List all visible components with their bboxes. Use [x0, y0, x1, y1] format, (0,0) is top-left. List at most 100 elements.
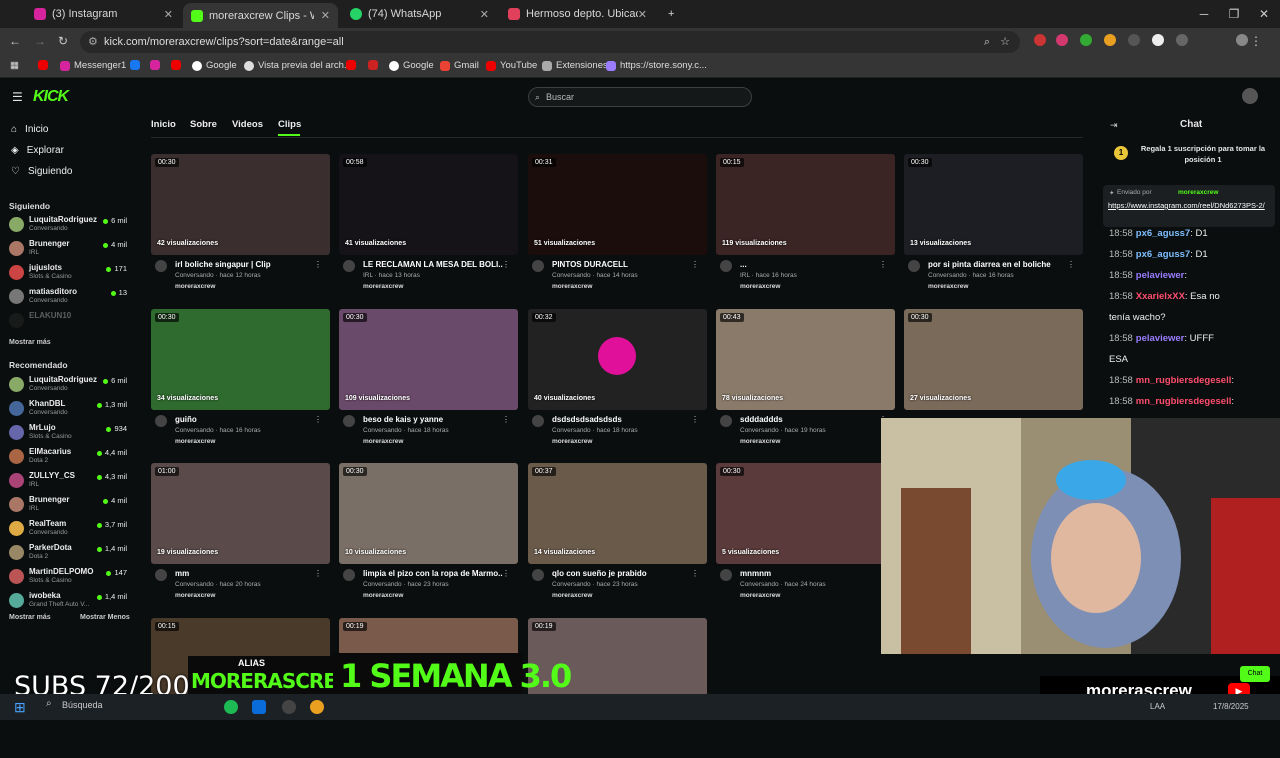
show-more-link[interactable]: Mostrar más — [9, 614, 51, 621]
sidebar-channel[interactable]: Brunenger IRL 4 mil — [9, 494, 131, 516]
clip-title[interactable]: dsdsdsdsadsdsds — [552, 415, 692, 424]
clip-title[interactable]: por si pinta diarrea en el boliche — [928, 260, 1068, 269]
more-options-icon[interactable]: ⋮ — [502, 260, 510, 269]
clip-owner[interactable]: moreraxcrew — [740, 283, 780, 290]
clip-owner[interactable]: moreraxcrew — [552, 592, 592, 599]
app-icon[interactable] — [252, 700, 266, 714]
extension-icon[interactable] — [1152, 34, 1164, 46]
nav-explorar[interactable]: ◈ Explorar — [11, 145, 64, 156]
clip-card[interactable]: 00:30 5 visualizaciones mnmnm ⋮ Conversa… — [716, 463, 895, 603]
bookmark[interactable] — [38, 60, 48, 70]
sidebar-channel[interactable]: ElMacarius Dota 2 4,4 mil — [9, 446, 131, 468]
sidebar-channel[interactable]: ParkerDota Dota 2 1,4 mil — [9, 542, 131, 564]
close-window-button[interactable]: ✕ — [1248, 0, 1280, 28]
clip-card[interactable]: 00:32 40 visualizaciones dsdsdsdsadsdsds… — [528, 309, 707, 449]
bookmark[interactable] — [171, 60, 181, 70]
more-options-icon[interactable]: ⋮ — [502, 569, 510, 578]
user-avatar[interactable] — [1242, 88, 1258, 104]
clip-owner[interactable]: moreraxcrew — [928, 283, 968, 290]
close-tab-icon[interactable]: ✕ — [321, 9, 330, 22]
clip-title[interactable]: PINTOS DURACELL — [552, 260, 692, 269]
bookmark[interactable]: Extensiones — [542, 60, 608, 71]
nav-inicio[interactable]: ⌂ Inicio — [11, 124, 48, 135]
sidebar-channel[interactable]: iwobeka Grand Theft Auto V... 1,4 mil — [9, 590, 131, 612]
tab-videos[interactable]: Videos — [232, 119, 263, 130]
bookmark[interactable]: https://store.sony.c... — [606, 60, 707, 71]
clip-owner[interactable]: moreraxcrew — [175, 438, 215, 445]
clip-thumbnail[interactable]: 00:30 27 visualizaciones — [904, 309, 1083, 410]
bookmark[interactable]: Vista previa del arch... — [244, 60, 352, 71]
clip-title[interactable]: mm — [175, 569, 315, 578]
bookmark[interactable]: Gmail — [440, 60, 479, 71]
clip-title[interactable]: ... — [740, 260, 880, 269]
tab-whatsapp[interactable]: (74) WhatsApp ✕ — [342, 3, 497, 25]
clip-card[interactable]: 00:37 14 visualizaciones qlo con sueño j… — [528, 463, 707, 603]
tab-instagram[interactable]: (3) Instagram ✕ — [26, 3, 181, 25]
bookmark[interactable]: Google — [192, 60, 237, 71]
tab-clips[interactable]: Clips — [278, 119, 301, 130]
clip-card[interactable]: 00:30 10 visualizaciones limpia el pizo … — [339, 463, 518, 603]
sidebar-channel[interactable]: MartinDELPOMO Slots & Casino 147 — [9, 566, 131, 588]
zoom-icon[interactable]: ⌕ — [984, 31, 990, 53]
clip-thumbnail[interactable]: 00:43 78 visualizaciones — [716, 309, 895, 410]
chat-send-button[interactable]: Chat — [1240, 666, 1270, 682]
clip-title[interactable]: sdddaddds — [740, 415, 880, 424]
puzzle-icon[interactable] — [1176, 34, 1188, 46]
clip-owner[interactable]: moreraxcrew — [175, 283, 215, 290]
kick-logo[interactable]: KICK — [33, 88, 69, 106]
clip-owner[interactable]: moreraxcrew — [552, 283, 592, 290]
clip-owner[interactable]: moreraxcrew — [552, 438, 592, 445]
clip-thumbnail[interactable]: 00:30 5 visualizaciones — [716, 463, 895, 564]
clip-thumbnail[interactable]: 00:58 41 visualizaciones — [339, 154, 518, 255]
back-icon[interactable]: ← — [9, 34, 21, 48]
clip-title[interactable]: irl boliche singapur | Clip — [175, 260, 315, 269]
more-options-icon[interactable]: ⋮ — [314, 415, 322, 424]
url-input[interactable]: ⚙ kick.com/moreraxcrew/clips?sort=date&r… — [80, 31, 1020, 53]
clip-owner[interactable]: moreraxcrew — [363, 283, 403, 290]
clip-card[interactable]: 00:30 109 visualizaciones beso de kais y… — [339, 309, 518, 449]
chrome-icon[interactable] — [310, 700, 324, 714]
extension-icon[interactable] — [1128, 34, 1140, 46]
nav-siguiendo[interactable]: ♡ Siguiendo — [11, 166, 72, 177]
pinned-link[interactable]: https://www.instagram.com/reel/DNd6273PS… — [1108, 201, 1268, 211]
clip-thumbnail[interactable]: 00:32 40 visualizaciones — [528, 309, 707, 410]
clip-card[interactable]: 00:43 78 visualizaciones sdddaddds ⋮ Con… — [716, 309, 895, 449]
show-more-link[interactable]: Mostrar más — [9, 339, 51, 346]
bookmark[interactable]: Google — [389, 60, 434, 71]
clip-card[interactable]: 00:15 119 visualizaciones ... ⋮ IRL · ha… — [716, 154, 895, 294]
collapse-chat-icon[interactable]: ⇥ — [1110, 120, 1118, 131]
more-options-icon[interactable]: ⋮ — [691, 415, 699, 424]
clip-thumbnail[interactable]: 00:30 34 visualizaciones — [151, 309, 330, 410]
clip-title[interactable]: guiño — [175, 415, 315, 424]
more-options-icon[interactable]: ⋮ — [314, 260, 322, 269]
sidebar-channel[interactable]: KhanDBL Conversando 1,3 mil — [9, 398, 131, 420]
clip-title[interactable]: mnmnm — [740, 569, 880, 578]
sidebar-channel[interactable]: jujuslots Slots & Casino 171 — [9, 262, 131, 284]
clip-thumbnail[interactable]: 00:30 42 visualizaciones — [151, 154, 330, 255]
search-input[interactable]: ⌕ Buscar — [528, 87, 752, 107]
sidebar-channel[interactable]: ELAKUN10 — [9, 310, 131, 332]
clip-thumbnail[interactable]: 00:37 14 visualizaciones — [528, 463, 707, 564]
extension-icon[interactable] — [1104, 34, 1116, 46]
clip-card[interactable]: 00:58 41 visualizaciones LE RECLAMAN LA … — [339, 154, 518, 294]
clip-card[interactable]: 00:30 13 visualizaciones por si pinta di… — [904, 154, 1083, 294]
bookmark[interactable] — [150, 60, 160, 70]
more-options-icon[interactable]: ⋮ — [691, 260, 699, 269]
apps-icon[interactable]: ▦ — [10, 60, 19, 71]
tab-inicio[interactable]: Inicio — [151, 119, 176, 130]
more-options-icon[interactable]: ⋮ — [1067, 260, 1075, 269]
clip-title[interactable]: beso de kais y yanne — [363, 415, 503, 424]
menu-icon[interactable]: ⋮ — [1250, 34, 1262, 48]
clip-thumbnail[interactable]: 01:00 19 visualizaciones — [151, 463, 330, 564]
bookmark[interactable]: YouTube — [486, 60, 537, 71]
close-tab-icon[interactable]: ✕ — [638, 8, 647, 21]
sidebar-channel[interactable]: ZULLYY_CS IRL 4,3 mil — [9, 470, 131, 492]
clip-title[interactable]: limpia el pizo con la ropa de Marmo... — [363, 569, 503, 578]
bookmark[interactable] — [130, 60, 140, 70]
clip-owner[interactable]: moreraxcrew — [740, 592, 780, 599]
extension-icon[interactable] — [1034, 34, 1046, 46]
clip-thumbnail[interactable]: 00:15 119 visualizaciones — [716, 154, 895, 255]
profile-avatar[interactable] — [1236, 34, 1248, 46]
bookmark[interactable] — [368, 60, 378, 70]
new-tab-button[interactable]: + — [660, 3, 682, 25]
